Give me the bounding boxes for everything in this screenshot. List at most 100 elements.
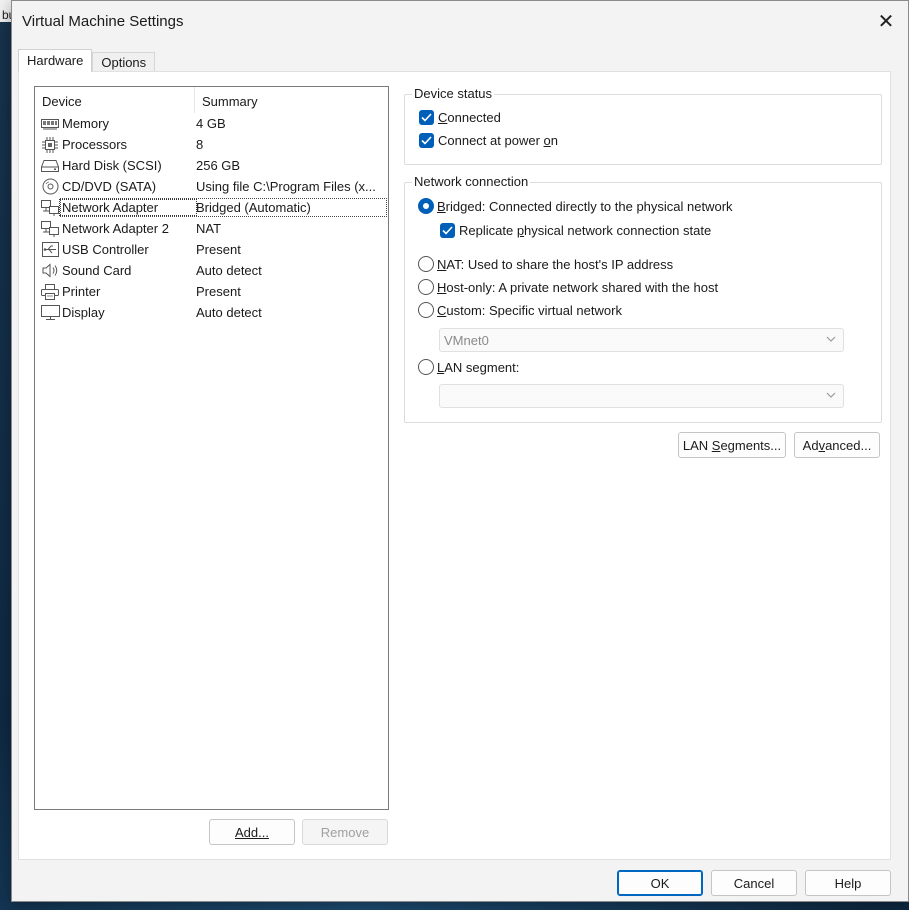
custom-network-select[interactable]: VMnet0 (439, 328, 844, 352)
lan-segment-select[interactable] (439, 384, 844, 408)
help-label: Help (834, 875, 862, 891)
connected-label: Connected (438, 110, 501, 125)
connect-at-power-on-checkbox[interactable]: Connect at power on (419, 133, 558, 148)
remove-device-label: Remove (320, 824, 370, 840)
virtual-machine-settings-dialog: Virtual Machine Settings ✕ Hardware Opti… (11, 0, 909, 902)
hardware-tab-panel: Device Summary Memory 4 GB Processors 8 (18, 71, 891, 860)
remove-device-button[interactable]: Remove (302, 819, 388, 845)
bridged-radio[interactable]: Bridged: Connected directly to the physi… (418, 198, 733, 214)
nat-radio[interactable]: NAT: Used to share the host's IP address (418, 256, 673, 272)
lan-segments-button[interactable]: LAN Segments... (678, 432, 786, 458)
bridged-label: Bridged: Connected directly to the physi… (437, 198, 733, 214)
device-status-legend: Device status (412, 86, 495, 101)
host-only-radio[interactable]: Host-only: A private network shared with… (418, 279, 718, 295)
device-row-network-adapter-2[interactable]: Network Adapter 2 NAT (35, 218, 388, 239)
device-rows: Memory 4 GB Processors 8 Hard Disk (SCSI… (35, 113, 388, 323)
cancel-label: Cancel (733, 875, 775, 891)
connected-checkbox[interactable]: Connected (419, 110, 501, 125)
cancel-button[interactable]: Cancel (711, 870, 797, 896)
device-row-hard-disk[interactable]: Hard Disk (SCSI) 256 GB (35, 155, 388, 176)
lan-segment-label: LAN segment: (437, 359, 520, 375)
ok-label: OK (650, 875, 670, 891)
device-status-group: Device status Connected Connect at power… (404, 86, 882, 165)
device-summary: 256 GB (196, 158, 241, 173)
device-name: CD/DVD (SATA) (62, 179, 157, 194)
device-row-printer[interactable]: Printer Present (35, 281, 388, 302)
device-list-header: Device Summary (35, 87, 388, 113)
display-icon (40, 304, 60, 322)
device-name: Processors (62, 137, 128, 152)
device-name: USB Controller (62, 242, 149, 257)
usb-icon (40, 241, 60, 259)
radio-selected-icon (418, 198, 434, 214)
checkbox-checked-icon (440, 223, 455, 238)
hard-disk-icon (40, 157, 60, 175)
nat-label: NAT: Used to share the host's IP address (437, 256, 674, 272)
device-row-network-adapter[interactable]: Network Adapter Bridged (Automatic) (35, 197, 388, 218)
tab-options[interactable]: Options (92, 52, 156, 71)
column-header-summary[interactable]: Summary (195, 87, 388, 113)
title-bar: Virtual Machine Settings ✕ (12, 1, 908, 41)
selection-focus-rect (60, 198, 387, 217)
tab-strip: Hardware Options (18, 49, 156, 72)
device-row-sound-card[interactable]: Sound Card Auto detect (35, 260, 388, 281)
custom-radio[interactable]: Custom: Specific virtual network (418, 302, 622, 318)
device-row-display[interactable]: Display Auto detect (35, 302, 388, 323)
add-device-button[interactable]: Add... (209, 819, 295, 845)
radio-unselected-icon (418, 359, 434, 375)
checkbox-checked-icon (419, 110, 434, 125)
lan-segments-label: LAN Segments... (682, 437, 782, 453)
device-summary: 8 (196, 137, 204, 152)
device-row-processors[interactable]: Processors 8 (35, 134, 388, 155)
add-device-label: Add... (235, 824, 269, 840)
connect-at-power-on-label: Connect at power on (438, 133, 558, 148)
network-connection-legend: Network connection (412, 174, 531, 189)
device-summary: Present (196, 242, 241, 257)
tab-hardware[interactable]: Hardware (18, 49, 93, 72)
custom-network-value: VMnet0 (444, 332, 489, 348)
chevron-down-icon (826, 336, 836, 342)
checkbox-checked-icon (419, 133, 434, 148)
host-only-label: Host-only: A private network shared with… (437, 279, 719, 295)
device-name: Sound Card (62, 263, 132, 278)
advanced-label: Advanced... (802, 437, 872, 453)
device-name: Hard Disk (SCSI) (62, 158, 162, 173)
processor-icon (40, 136, 60, 154)
column-header-device[interactable]: Device (35, 87, 195, 113)
speaker-icon (40, 262, 60, 280)
replicate-physical-state-label: Replicate physical network connection st… (459, 223, 712, 238)
close-icon: ✕ (877, 10, 895, 33)
device-row-cd-dvd[interactable]: CD/DVD (SATA) Using file C:\Program File… (35, 176, 388, 197)
device-name: Memory (62, 116, 109, 131)
replicate-physical-state-checkbox[interactable]: Replicate physical network connection st… (440, 223, 711, 238)
memory-icon (40, 115, 60, 133)
device-summary: Using file C:\Program Files (x... (196, 179, 376, 194)
device-summary: Present (196, 284, 241, 299)
device-summary: Auto detect (196, 263, 262, 278)
device-row-usb-controller[interactable]: USB Controller Present (35, 239, 388, 260)
ok-button[interactable]: OK (617, 870, 703, 896)
lan-segment-radio[interactable]: LAN segment: (418, 359, 519, 375)
custom-label: Custom: Specific virtual network (437, 302, 622, 318)
cd-dvd-icon (40, 178, 60, 196)
network-adapter-icon (40, 220, 60, 238)
printer-icon (40, 283, 60, 301)
radio-unselected-icon (418, 302, 434, 318)
close-button[interactable]: ✕ (874, 9, 898, 33)
device-summary: 4 GB (196, 116, 226, 131)
device-name: Network Adapter 2 (62, 221, 169, 236)
device-name: Printer (62, 284, 101, 299)
chevron-down-icon (826, 392, 836, 398)
window-title: Virtual Machine Settings (22, 12, 184, 30)
help-button[interactable]: Help (805, 870, 891, 896)
network-connection-group: Network connection Bridged: Connected di… (404, 174, 882, 423)
network-adapter-icon (40, 199, 60, 217)
advanced-button[interactable]: Advanced... (794, 432, 880, 458)
radio-unselected-icon (418, 279, 434, 295)
device-summary: Auto detect (196, 305, 262, 320)
radio-unselected-icon (418, 256, 434, 272)
device-row-memory[interactable]: Memory 4 GB (35, 113, 388, 134)
device-summary: NAT (196, 221, 222, 236)
device-name: Display (62, 305, 105, 320)
device-list[interactable]: Device Summary Memory 4 GB Processors 8 (34, 86, 389, 810)
